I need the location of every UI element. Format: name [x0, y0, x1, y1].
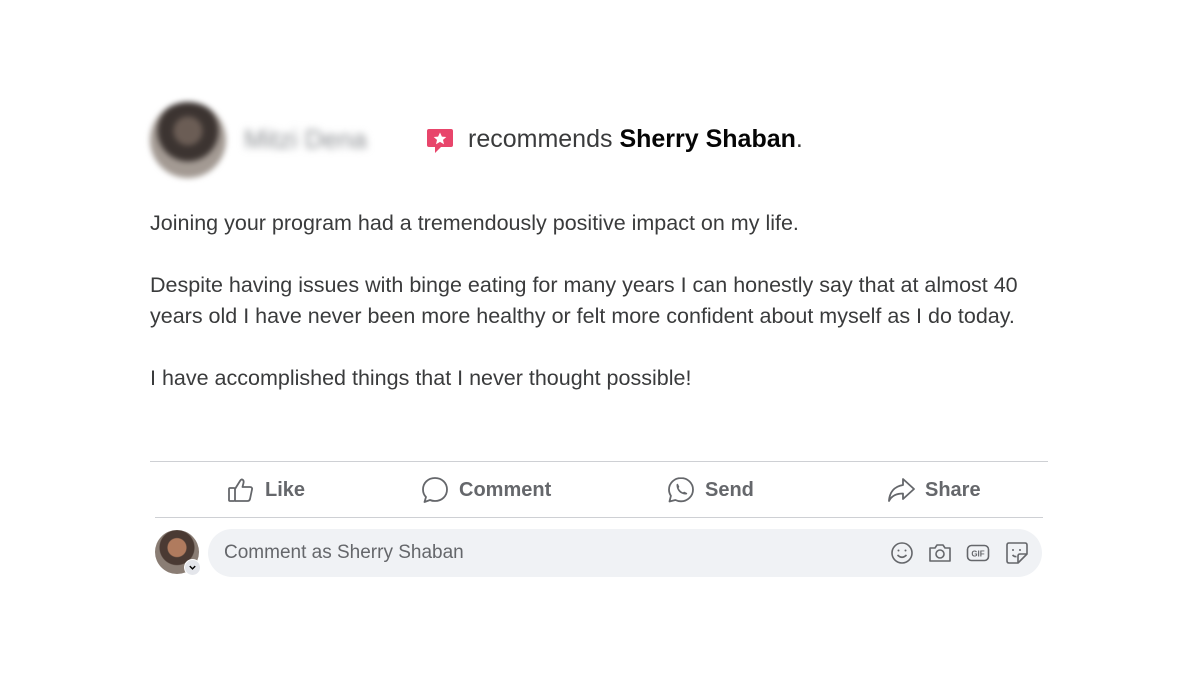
- author-avatar[interactable]: [150, 102, 226, 178]
- share-arrow-icon: [888, 478, 915, 502]
- recommendation-post: Mitzi Dena recommends Sherry Shaban. Joi…: [0, 0, 1200, 675]
- period: .: [795, 125, 803, 153]
- recommends-label: recommends: [468, 125, 613, 153]
- post-paragraph: Joining your program had a tremendously …: [150, 211, 799, 235]
- like-button[interactable]: Like: [226, 465, 305, 515]
- share-label: Share: [925, 478, 981, 501]
- speech-bubble-icon: [422, 477, 448, 503]
- whatsapp-icon: [668, 477, 694, 503]
- divider: [155, 517, 1043, 518]
- send-button[interactable]: Send: [666, 465, 754, 515]
- like-label: Like: [265, 478, 306, 501]
- post-paragraph: I have accomplished things that I never …: [150, 366, 692, 390]
- chevron-down-icon[interactable]: [184, 559, 201, 576]
- camera-icon[interactable]: [927, 540, 953, 566]
- divider: [150, 461, 1048, 462]
- comment-placeholder: Comment as Sherry Shaban: [224, 542, 464, 563]
- gif-label: GIF: [971, 550, 984, 559]
- comment-label: Comment: [459, 478, 552, 501]
- page-name-link[interactable]: Sherry Shaban: [619, 125, 795, 153]
- post-body: Joining your program had a tremendously …: [150, 208, 1050, 425]
- comment-button[interactable]: Comment: [420, 465, 551, 515]
- send-label: Send: [705, 478, 754, 501]
- share-button[interactable]: Share: [886, 465, 981, 515]
- author-name[interactable]: Mitzi Dena: [244, 124, 367, 155]
- recommend-star-icon: [427, 129, 453, 153]
- gif-icon[interactable]: GIF: [965, 540, 991, 566]
- comment-input[interactable]: Comment as Sherry Shaban GIF: [208, 529, 1042, 577]
- emoji-icon[interactable]: [889, 540, 915, 566]
- sticker-icon[interactable]: [1004, 540, 1030, 566]
- post-paragraph: Despite having issues with binge eating …: [150, 273, 1018, 328]
- action-bar: Like Comment Send Share: [150, 465, 1048, 515]
- thumbs-up-icon: [228, 478, 253, 502]
- recommendation-line: recommends Sherry Shaban.: [468, 125, 803, 154]
